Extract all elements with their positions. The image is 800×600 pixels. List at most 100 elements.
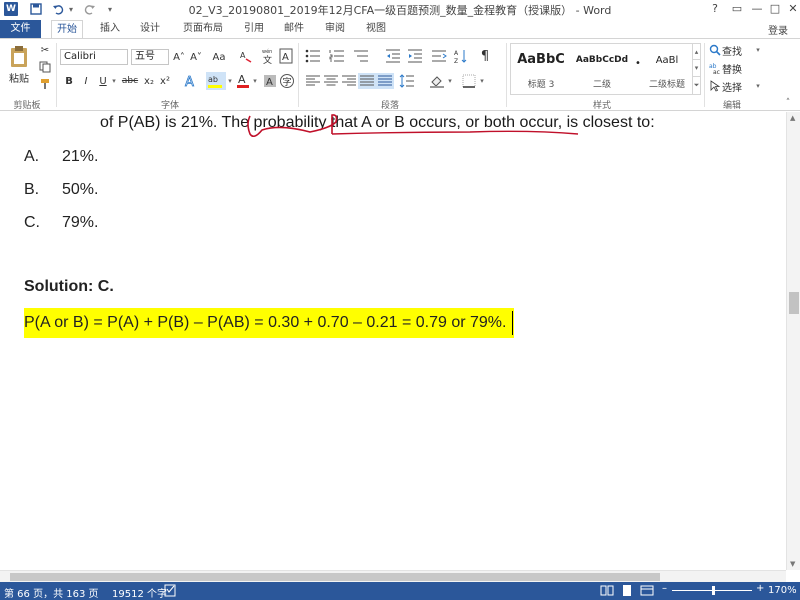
ribbon-display-button[interactable]: ▭ xyxy=(728,1,746,17)
vertical-scroll-thumb[interactable] xyxy=(789,292,799,314)
align-center-icon[interactable] xyxy=(322,73,340,89)
tab-layout[interactable]: 页面布局 xyxy=(176,20,230,38)
strikethrough-button[interactable]: abc xyxy=(120,73,140,89)
chinese-layout-icon[interactable] xyxy=(430,47,448,65)
window-title: 02_V3_20190801_2019年12月CFA一级百题预测_数量_金程教育… xyxy=(188,4,612,17)
tab-review[interactable]: 审阅 xyxy=(321,20,349,38)
numbering-icon[interactable] xyxy=(328,47,346,65)
maximize-button[interactable]: □ xyxy=(766,1,784,17)
text-effects-icon[interactable]: A xyxy=(182,72,200,90)
find-icon[interactable] xyxy=(708,43,722,57)
shading-dropdown-icon[interactable]: ▾ xyxy=(446,73,454,89)
change-case-button[interactable]: Aa xyxy=(208,49,230,65)
font-size-combo[interactable]: 五号 xyxy=(131,49,169,65)
paste-icon[interactable] xyxy=(6,43,32,71)
highlight-dropdown-icon[interactable]: ▾ xyxy=(226,73,234,89)
tab-home[interactable]: 开始 xyxy=(51,20,83,38)
multilevel-list-icon[interactable] xyxy=(352,47,370,65)
svg-text:ab: ab xyxy=(208,75,218,84)
ribbon-tabs: 文件 开始 插入 设计 页面布局 引用 邮件 审阅 视图 登录 xyxy=(0,18,800,38)
bullets-icon[interactable] xyxy=(304,47,322,65)
svg-text:字: 字 xyxy=(283,76,292,88)
svg-text:文: 文 xyxy=(263,54,272,64)
help-button[interactable]: ? xyxy=(706,1,724,17)
tab-mailings[interactable]: 邮件 xyxy=(280,20,308,38)
zoom-out-icon[interactable]: – xyxy=(662,583,667,594)
collapse-ribbon-icon[interactable]: ˄ xyxy=(782,97,794,109)
style-level2-heading[interactable]: AaBl 二级标题 xyxy=(643,46,691,92)
enclose-characters-icon[interactable]: 字 xyxy=(279,72,295,90)
line-spacing-icon[interactable] xyxy=(398,73,416,89)
style-level2[interactable]: AaBbCcDd 二级 xyxy=(571,46,633,92)
justify-icon[interactable] xyxy=(358,73,376,89)
underline-button[interactable]: U xyxy=(96,73,110,89)
clear-format-icon[interactable]: A xyxy=(238,47,254,65)
styles-scroll-up-icon[interactable]: ▴ xyxy=(693,43,701,60)
tab-references[interactable]: 引用 xyxy=(240,20,268,38)
vertical-scrollbar[interactable]: ▲ ▼ xyxy=(786,112,800,570)
replace-label[interactable]: 替换 xyxy=(722,61,754,76)
scroll-down-icon[interactable]: ▼ xyxy=(790,560,795,568)
replace-icon[interactable]: ab ac xyxy=(708,61,722,75)
character-border-icon[interactable]: A xyxy=(278,47,294,65)
increase-indent-icon[interactable] xyxy=(406,47,424,65)
decrease-indent-icon[interactable] xyxy=(384,47,402,65)
shading-icon[interactable] xyxy=(428,73,446,89)
superscript-button[interactable]: x² xyxy=(158,73,172,89)
cut-icon[interactable]: ✂ xyxy=(38,43,52,57)
font-color-icon[interactable]: A xyxy=(235,72,251,90)
zoom-level[interactable]: 170% xyxy=(768,585,797,596)
show-marks-icon[interactable]: ¶ xyxy=(476,47,494,65)
horizontal-scroll-thumb[interactable] xyxy=(10,573,660,581)
minimize-button[interactable]: — xyxy=(748,1,766,17)
styles-scroll-down-icon[interactable]: ▾ xyxy=(693,60,701,77)
highlight-color-icon[interactable]: ab xyxy=(206,72,226,90)
shrink-font-button[interactable]: A˅ xyxy=(189,49,203,65)
align-right-icon[interactable] xyxy=(340,73,358,89)
character-shading-icon[interactable]: A xyxy=(262,72,278,90)
read-mode-icon[interactable] xyxy=(600,584,614,600)
login-link[interactable]: 登录 xyxy=(768,22,788,37)
copy-icon[interactable] xyxy=(38,60,52,74)
select-dropdown-icon[interactable]: ▾ xyxy=(754,79,762,93)
sort-icon[interactable]: AZ xyxy=(453,47,471,65)
zoom-in-icon[interactable]: + xyxy=(756,583,764,594)
zoom-slider-thumb[interactable] xyxy=(712,586,715,595)
borders-dropdown-icon[interactable]: ▾ xyxy=(478,73,486,89)
svg-text:A: A xyxy=(266,77,273,88)
proofing-icon[interactable] xyxy=(164,584,178,600)
paste-label[interactable]: 粘贴 xyxy=(6,71,32,85)
tab-insert[interactable]: 插入 xyxy=(96,20,124,38)
option-c-text: 79%. xyxy=(62,214,99,231)
close-button[interactable]: ✕ xyxy=(784,1,800,17)
select-icon[interactable] xyxy=(708,79,722,93)
distributed-icon[interactable] xyxy=(376,73,394,89)
underline-dropdown-icon[interactable]: ▾ xyxy=(110,73,118,89)
page-count[interactable]: 第 66 页，共 163 页 xyxy=(4,585,99,600)
document-page[interactable]: of P(AB) is 21%. The probability that A … xyxy=(0,112,786,570)
print-layout-icon[interactable] xyxy=(620,584,634,600)
borders-icon[interactable] xyxy=(460,73,478,89)
tab-design[interactable]: 设计 xyxy=(136,20,164,38)
bold-button[interactable]: B xyxy=(62,73,76,89)
italic-button[interactable]: I xyxy=(79,73,93,89)
styles-more-icon[interactable]: ⏷ xyxy=(693,77,701,95)
subscript-button[interactable]: x₂ xyxy=(142,73,156,89)
svg-text:Z: Z xyxy=(454,58,458,64)
grow-font-button[interactable]: A˄ xyxy=(172,49,186,65)
scroll-up-icon[interactable]: ▲ xyxy=(790,114,795,122)
tab-file[interactable]: 文件 xyxy=(0,20,41,38)
font-color-dropdown-icon[interactable]: ▾ xyxy=(251,73,259,89)
style-heading3[interactable]: AaBbC 标题 3 xyxy=(513,46,569,92)
phonetic-guide-icon[interactable]: wén 文 xyxy=(260,47,276,65)
horizontal-scrollbar[interactable] xyxy=(0,570,786,582)
tab-view[interactable]: 视图 xyxy=(362,20,390,38)
font-name-combo[interactable]: Calibri xyxy=(60,49,128,65)
align-left-icon[interactable] xyxy=(304,73,322,89)
select-label[interactable]: 选择 xyxy=(722,79,754,94)
find-dropdown-icon[interactable]: ▾ xyxy=(754,43,762,57)
word-count[interactable]: 19512 个字 xyxy=(112,585,167,600)
web-layout-icon[interactable] xyxy=(640,584,654,600)
find-label[interactable]: 查找 xyxy=(722,43,754,58)
format-painter-icon[interactable] xyxy=(38,77,52,91)
